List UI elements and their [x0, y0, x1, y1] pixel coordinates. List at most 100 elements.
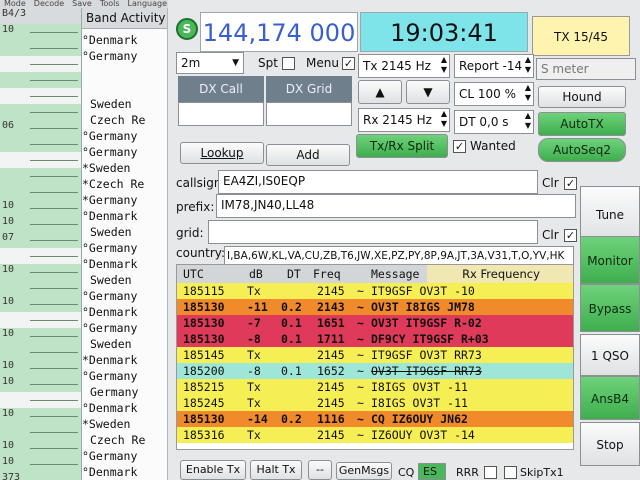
stop-button[interactable]: Stop: [580, 422, 640, 466]
rrr-checkbox[interactable]: [484, 466, 497, 479]
autoseq-button[interactable]: AutoSeq2: [538, 138, 626, 162]
band-activity-row[interactable]: Germany: [82, 384, 167, 400]
decode-row[interactable]: 185200 -8 0.1 1652 ~ OV3T IT9GSF RR73: [177, 363, 573, 379]
menu-item[interactable]: Mode: [4, 0, 26, 8]
txrx-split-button[interactable]: Tx/Rx Split: [356, 134, 448, 158]
decode-row[interactable]: 185145 Tx 2145 ~ IT9GSF OV3T RR73: [177, 347, 573, 363]
decode-row[interactable]: 185130 -14 0.2 1116 ~ CQ IZ6OUY JN62: [177, 411, 573, 427]
grid-input[interactable]: [208, 220, 538, 244]
band-activity-row[interactable]: °Denmark: [82, 32, 167, 48]
monitor-button[interactable]: Monitor: [580, 236, 640, 284]
tune-button[interactable]: Tune: [580, 186, 640, 242]
add-button[interactable]: Add: [266, 144, 350, 166]
decode-freq: 1651: [317, 316, 345, 330]
callsign-input[interactable]: EA4ZI,IS0EQP: [218, 170, 538, 194]
band-activity-row[interactable]: °Germany: [82, 448, 167, 464]
grid-clr-checkbox[interactable]: ✓: [564, 229, 577, 242]
lookup-button[interactable]: Lookup: [180, 142, 264, 164]
decode-row[interactable]: 185115 Tx 2145 ~ IT9GSF OV3T -10: [177, 283, 573, 299]
col-dt: DT: [287, 267, 301, 281]
spt-checkbox[interactable]: [282, 57, 295, 70]
band-activity-row[interactable]: *Sweden: [82, 160, 167, 176]
band-activity-row[interactable]: °Germany: [82, 320, 167, 336]
decode-utc: 185200: [183, 364, 225, 378]
dt-spinbox[interactable]: DT 0,0 s ▲ ▼: [454, 110, 534, 134]
band-activity-row[interactable]: °Denmark: [82, 208, 167, 224]
report-spinbox[interactable]: Report -14 ▲ ▼: [454, 54, 534, 78]
decode-row[interactable]: 185215 Tx 2145 ~ I8IGS OV3T -11: [177, 379, 573, 395]
wanted-checkbox[interactable]: ✓: [453, 140, 466, 153]
band-activity-row[interactable]: °Denmark: [82, 256, 167, 272]
band-activity-row[interactable]: °Germany: [82, 288, 167, 304]
prefix-input[interactable]: IM78,JN40,LL48: [216, 194, 576, 218]
autotx-button[interactable]: AutoTX: [538, 112, 626, 136]
skiptx1-checkbox[interactable]: [504, 466, 517, 479]
decode-row[interactable]: 185130 -7 0.1 1651 ~ OV3T IT9GSF R-02: [177, 315, 573, 331]
menu-item[interactable]: Decode: [34, 0, 64, 8]
rx-frequency-value: Rx 2145 Hz: [363, 113, 432, 127]
left-band-row: 373: [0, 472, 81, 480]
menu-bar: ModeDecodeSaveToolsLanguageHelp: [0, 0, 175, 8]
lookup-label: Lookup: [200, 146, 244, 160]
band-select[interactable]: 2m ▼: [176, 52, 244, 74]
band-activity-row[interactable]: °Denmark: [82, 464, 167, 480]
tx-frequency-spinbox[interactable]: Tx 2145 Hz ▲ ▼: [358, 54, 450, 78]
band-activity-row[interactable]: °Germany: [82, 48, 167, 64]
autotx-label: AutoTX: [560, 117, 604, 131]
band-activity-row[interactable]: Sweden: [82, 96, 167, 112]
hound-button[interactable]: Hound: [538, 86, 626, 108]
decode-row[interactable]: 185316 Tx 2145 ~ IZ6OUY OV3T -14: [177, 427, 573, 443]
freq-down-button[interactable]: ▼: [406, 80, 450, 104]
one-qso-button[interactable]: 1 QSO: [580, 334, 640, 376]
rx-frequency-spinbox[interactable]: Rx 2145 Hz ▲ ▼: [358, 108, 450, 132]
menu-item[interactable]: Tools: [100, 0, 120, 8]
band-activity-row[interactable]: Sweden: [82, 336, 167, 352]
band-activity-row[interactable]: *Sweden: [82, 416, 167, 432]
menu-checkbox[interactable]: ✓: [342, 57, 355, 70]
decode-table[interactable]: UTC dB DT Freq Message Rx Frequency 1851…: [176, 264, 574, 450]
country-input[interactable]: I,BA,6W,KL,VA,CU,ZB,T6,JW,XE,PZ,PY,8P,9A…: [224, 246, 574, 266]
band-activity-row[interactable]: °Germany: [82, 368, 167, 384]
band-activity-row[interactable]: [82, 80, 167, 96]
left-band-row: [0, 72, 81, 88]
band-activity-row[interactable]: *Germany: [82, 192, 167, 208]
decode-freq: 2145: [317, 396, 345, 410]
skiptx1-label: SkipTx1: [520, 466, 564, 479]
enable-tx-button[interactable]: Enable Tx: [180, 460, 246, 480]
band-activity-row[interactable]: *Czech Re: [82, 176, 167, 192]
halt-tx-button[interactable]: Halt Tx: [250, 460, 302, 480]
band-activity-row[interactable]: [82, 64, 167, 80]
band-activity-row[interactable]: Sweden: [82, 272, 167, 288]
dx-grid-input[interactable]: [266, 102, 352, 126]
decode-row[interactable]: 185130 -11 0.2 2143 ~ OV3T I8IGS JM78: [177, 299, 573, 315]
bypass-button[interactable]: Bypass: [580, 284, 640, 332]
left-band-row-line: [30, 32, 78, 33]
left-band-row-line: [30, 384, 78, 385]
band-activity-row[interactable]: °Denmark: [82, 304, 167, 320]
band-activity-row[interactable]: °Germany: [82, 240, 167, 256]
decode-row[interactable]: 185245 Tx 2145 ~ I8IGS OV3T -11: [177, 395, 573, 411]
band-activity-row[interactable]: *Denmark: [82, 352, 167, 368]
decode-sep: ~: [357, 380, 364, 394]
band-activity-row[interactable]: Sweden: [82, 224, 167, 240]
dx-call-input[interactable]: [178, 102, 264, 126]
status-indicator: S: [176, 18, 198, 40]
callsign-clr-checkbox[interactable]: ✓: [564, 177, 577, 190]
cl-spinbox[interactable]: CL 100 % ▲ ▼: [454, 82, 534, 106]
band-activity-row[interactable]: °Denmark: [82, 400, 167, 416]
genmsgs-button[interactable]: GenMsgs: [336, 462, 392, 480]
tx-period-display: TX 15/45: [532, 16, 630, 56]
freq-up-button[interactable]: ▲: [358, 80, 402, 104]
cq-input[interactable]: ES: [418, 463, 446, 480]
band-activity-row[interactable]: °Germany: [82, 128, 167, 144]
band-activity-row[interactable]: °Germany: [82, 144, 167, 160]
decode-row[interactable]: 185130 -8 0.1 1711 ~ DF9CY IT9GSF R+03: [177, 331, 573, 347]
menu-item[interactable]: Language: [128, 0, 167, 8]
band-activity-panel[interactable]: Band Activity °Denmark °Germany Sweden Czec…: [82, 8, 168, 480]
ansb4-button[interactable]: AnsB4: [580, 376, 640, 420]
band-activity-row[interactable]: Czech Re: [82, 112, 167, 128]
dash-button[interactable]: --: [308, 460, 332, 480]
menu-item[interactable]: Save: [72, 0, 92, 8]
decode-db: Tx: [247, 380, 261, 394]
band-activity-row[interactable]: Czech Re: [82, 432, 167, 448]
